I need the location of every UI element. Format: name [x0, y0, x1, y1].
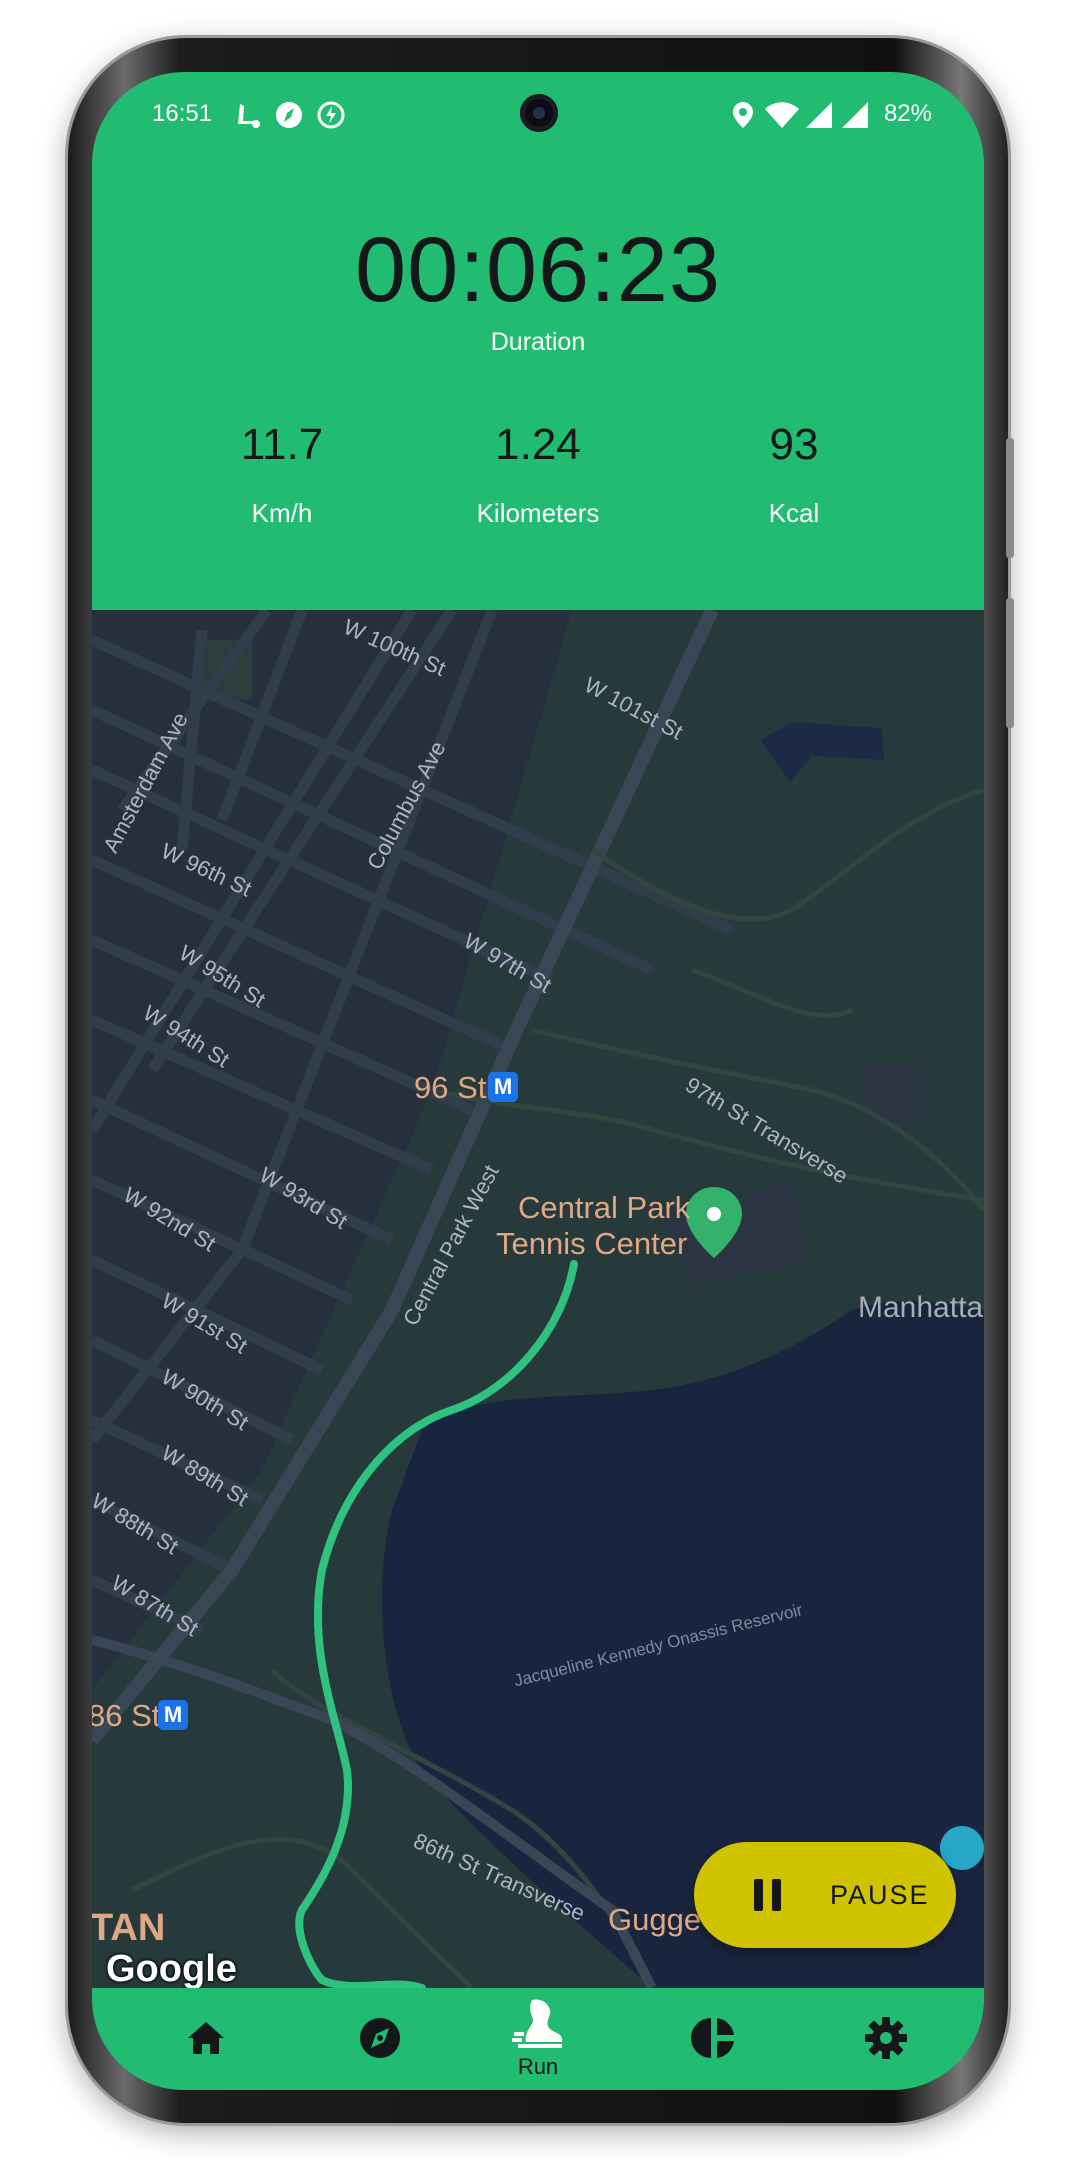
nav-home[interactable]: [146, 1988, 266, 2088]
neighborhood-label: TAN: [92, 1907, 166, 1949]
metro-icon[interactable]: M: [488, 1072, 518, 1102]
pause-button[interactable]: PAUSE: [694, 1842, 956, 1948]
tennis-center-label: Tennis Center: [496, 1226, 688, 1261]
distance-label: Kilometers: [476, 498, 600, 528]
calories-stat: 93 Kcal: [654, 420, 934, 529]
signal-icon: [842, 102, 868, 128]
speed-label: Km/h: [251, 498, 313, 528]
nav-explore[interactable]: [320, 1988, 440, 2088]
screen: 16:51 82% 00:06:23 Duration 11.7 Km/h 1.…: [92, 72, 984, 2090]
location-icon: [733, 102, 753, 128]
status-bar: 16:51 82%: [92, 72, 984, 158]
map-graphics: [92, 610, 984, 1988]
compass-status-icon: [276, 102, 302, 128]
compass-icon: [360, 2018, 400, 2058]
tennis-center-label: Central Park: [518, 1190, 691, 1225]
volume-button: [1006, 438, 1014, 558]
running-shoe-status-icon: [238, 104, 260, 128]
station-label-96: 96 St: [414, 1070, 487, 1105]
calories-label: Kcal: [768, 498, 820, 528]
charging-status-icon: [317, 101, 345, 129]
bottom-navigation: Run: [92, 1988, 984, 2090]
museum-marker-icon: [940, 1826, 984, 1870]
calories-value: 93: [769, 420, 819, 469]
duration-label: Duration: [490, 328, 586, 356]
signal-icon: [806, 102, 832, 128]
map-view[interactable]: W 100th St W 101st St Amsterdam Ave Colu…: [92, 610, 984, 1988]
power-button: [1006, 598, 1014, 728]
museum-label: Gugge: [608, 1902, 702, 1937]
metro-icon[interactable]: M: [158, 1700, 188, 1730]
status-time: 16:51: [152, 100, 213, 127]
speed-value: 11.7: [240, 420, 324, 469]
settings-icon: [865, 2017, 907, 2059]
front-camera: [520, 94, 558, 132]
nav-statistics[interactable]: [654, 1988, 774, 2088]
wifi-icon: [765, 102, 799, 128]
manhattan-label: Manhattan: [858, 1291, 984, 1324]
distance-stat: 1.24 Kilometers: [398, 420, 678, 529]
home-icon: [188, 2022, 224, 2054]
run-icon: [512, 1999, 562, 2048]
pause-label: PAUSE: [830, 1879, 930, 1910]
pause-icon: [748, 1875, 788, 1915]
duration-value: 00:06:23: [354, 219, 722, 321]
distance-value: 1.24: [495, 420, 581, 469]
statistics-icon: [691, 2018, 734, 2058]
nav-run[interactable]: Run: [478, 1988, 598, 2088]
nav-run-label: Run: [517, 2054, 559, 2079]
google-logo: Google: [106, 1948, 237, 1988]
phone-frame: 16:51 82% 00:06:23 Duration 11.7 Km/h 1.…: [68, 38, 1014, 2123]
station-label-86: 86 St: [92, 1698, 161, 1733]
nav-settings[interactable]: [826, 1988, 946, 2088]
battery-level: 82%: [883, 100, 932, 127]
speed-stat: 11.7 Km/h: [142, 420, 422, 529]
